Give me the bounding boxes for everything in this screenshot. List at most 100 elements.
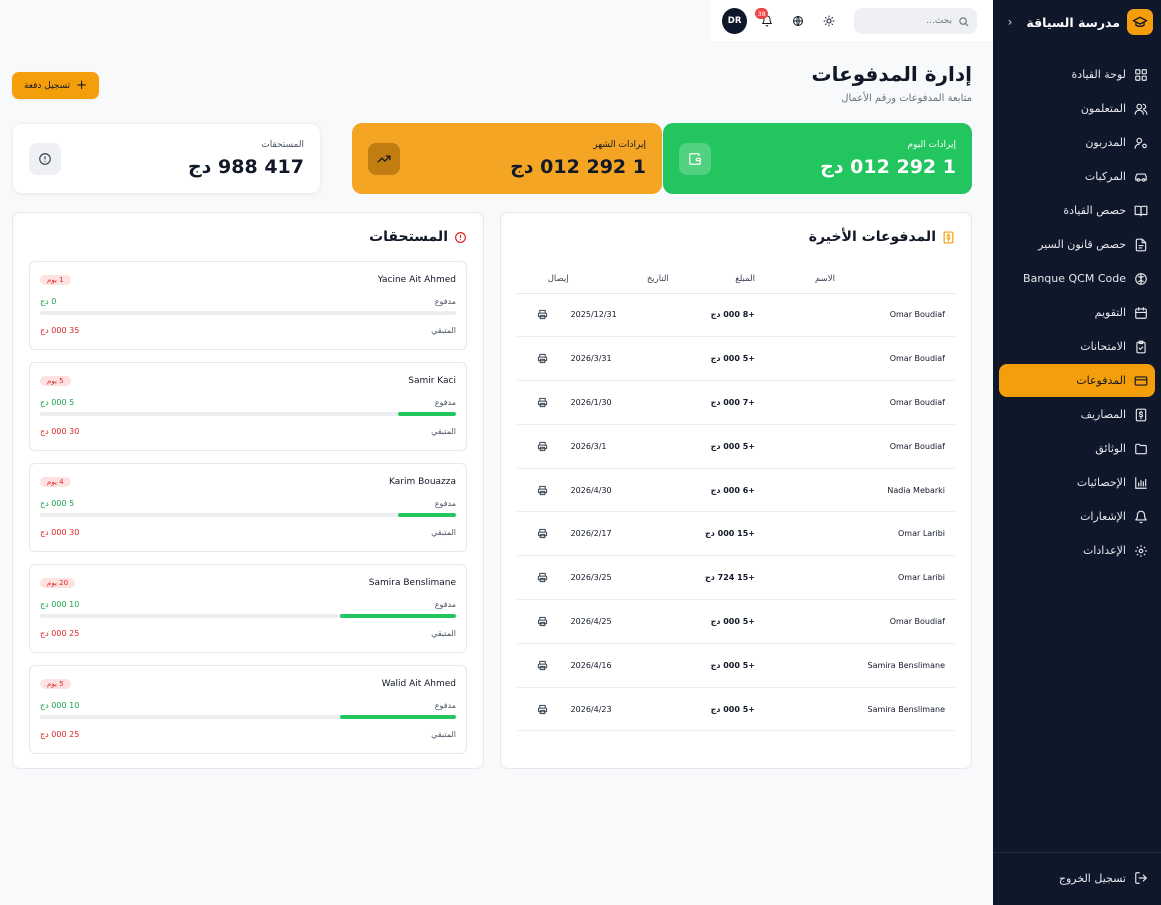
printer-icon	[517, 572, 569, 583]
payment-amount: +15 724 دج	[668, 555, 815, 601]
theme-toggle-button[interactable]	[813, 8, 844, 34]
sidebar-item-label: المدفوعات	[1076, 374, 1126, 387]
table-row: Omar Boudiaf +7 000 دج 2026/1/30	[517, 380, 955, 425]
due-card[interactable]: Yacine Ait Ahmed 1 يوم مدفوع 0 دج المتبقي 35 …	[29, 261, 467, 350]
sidebar-item-label: الإحصائيات	[1076, 476, 1126, 489]
sidebar-item-calendar[interactable]: التقويم	[999, 296, 1155, 329]
topbar: 38 DR	[710, 0, 993, 43]
sidebar-item-dashboard[interactable]: لوحة القيادة	[999, 58, 1155, 91]
sidebar-item-label: حصص قانون السير	[1038, 238, 1126, 251]
print-receipt-button[interactable]	[517, 643, 569, 688]
print-receipt-button[interactable]	[517, 380, 569, 425]
payment-name: Omar Boudiaf	[815, 380, 955, 425]
sidebar-item-documents[interactable]: الوثائق	[999, 432, 1155, 465]
due-learner-name: Samir Kaci	[408, 376, 456, 386]
payment-amount: +5 000 دج	[668, 424, 815, 469]
sidebar-item-label: Banque QCM Code	[1023, 272, 1126, 285]
sidebar-item-settings[interactable]: الإعدادات	[999, 534, 1155, 567]
payment-date: 2026/1/30	[568, 380, 669, 425]
sidebar-item-label: التقويم	[1094, 306, 1126, 319]
graduation-cap-icon	[1127, 9, 1153, 35]
table-row: Omar Laribi +15 724 دج 2026/3/25	[517, 555, 955, 601]
sidebar-item-payments[interactable]: المدفوعات	[999, 364, 1155, 397]
sidebar-item-label: الإشعارات	[1080, 510, 1126, 523]
add-payment-button[interactable]: + تسجيل دفعة	[12, 72, 99, 99]
payment-date: 2026/4/23	[568, 687, 669, 732]
brain-icon	[1135, 272, 1147, 285]
printer-icon	[517, 441, 569, 452]
user-cog-icon	[1134, 137, 1147, 149]
bar-chart-icon	[1135, 476, 1147, 489]
sidebar-item-label: المصاريف	[1080, 408, 1126, 421]
due-card[interactable]: Walid Ait Ahmed 5 يوم مدفوع 10 000 دج المتبق…	[29, 665, 467, 754]
due-card[interactable]: Samir Kaci 5 يوم مدفوع 5 000 دج المتبقي 30 00…	[29, 362, 467, 451]
payment-name: Omar Boudiaf	[815, 336, 955, 382]
payment-amount: +15 000 دج	[668, 511, 815, 557]
due-paid-amount: 10 000 دج	[40, 700, 80, 710]
print-receipt-button[interactable]	[517, 555, 569, 601]
due-card[interactable]: Samira Benslimane 20 يوم مدفوع 10 000 دج الم…	[29, 564, 467, 653]
table-row: Omar Boudiaf +5 000 دج 2026/3/1	[517, 424, 955, 469]
search-input[interactable]	[862, 16, 952, 26]
printer-icon	[517, 616, 569, 627]
search-box[interactable]	[854, 8, 977, 34]
table-row: Samira Benslimane +5 000 دج 2026/4/23	[517, 687, 955, 732]
payment-date: 2026/2/17	[568, 511, 669, 557]
sidebar-item-statistics[interactable]: الإحصائيات	[999, 466, 1155, 499]
due-progress-fill	[397, 513, 456, 517]
due-progress-bar	[40, 311, 456, 315]
stat-card-month-revenue: إيرادات الشهر 1 292 012 دج	[352, 123, 662, 194]
payment-name: Samira Benslimane	[815, 643, 955, 688]
stat-label: المستحقات	[261, 139, 304, 150]
print-receipt-button[interactable]	[517, 336, 569, 382]
language-button[interactable]	[782, 8, 813, 34]
print-receipt-button[interactable]	[517, 511, 569, 557]
payment-amount: +8 000 دج	[668, 293, 815, 338]
sidebar-item-instructors[interactable]: المدربون	[999, 126, 1155, 159]
due-progress-bar	[40, 614, 456, 618]
sidebar-item-code-lessons[interactable]: حصص قانون السير	[999, 228, 1155, 261]
sidebar-item-label: المدربون	[1085, 136, 1126, 149]
notifications-button[interactable]: 38	[751, 8, 782, 34]
sidebar-item-exams[interactable]: الامتحانات	[999, 330, 1155, 363]
payment-date: 2026/3/31	[568, 336, 669, 382]
logout-icon	[1135, 872, 1147, 884]
collapse-sidebar-button[interactable]: ‹	[1003, 15, 1017, 29]
due-remaining-label: المتبقي	[431, 325, 456, 335]
due-progress-fill	[339, 715, 456, 719]
column-header-receipt: إيصال	[517, 265, 569, 294]
sidebar-item-label: لوحة القيادة	[1071, 68, 1126, 81]
sidebar-item-driving-lessons[interactable]: حصص القيادة	[999, 194, 1155, 227]
logout-button[interactable]: تسجيل الخروج	[999, 865, 1155, 891]
sidebar-item-label: الامتحانات	[1080, 340, 1126, 353]
sidebar-item-vehicles[interactable]: المركبات	[999, 160, 1155, 193]
alert-circle-icon	[455, 231, 466, 243]
due-paid-label: مدفوع	[434, 700, 456, 710]
payment-date: 2026/4/30	[568, 468, 669, 513]
print-receipt-button[interactable]	[517, 424, 569, 469]
payment-date: 2026/3/25	[568, 555, 669, 601]
due-paid-label: مدفوع	[434, 296, 456, 306]
print-receipt-button[interactable]	[517, 599, 569, 644]
due-paid-amount: 0 دج	[40, 296, 57, 306]
due-paid-label: مدفوع	[434, 599, 456, 609]
sidebar-item-expenses[interactable]: المصاريف	[999, 398, 1155, 431]
print-receipt-button[interactable]	[517, 687, 569, 732]
due-remaining-amount: 30 000 دج	[40, 426, 80, 436]
printer-icon	[517, 309, 569, 320]
sidebar-item-learners[interactable]: المتعلمون	[999, 92, 1155, 125]
due-card[interactable]: Karim Bouazza 4 يوم مدفوع 5 000 دج المتبقي 30…	[29, 463, 467, 552]
globe-icon	[792, 16, 803, 26]
table-header-row: الاسم المبلغ التاريخ إيصال	[517, 265, 955, 294]
due-days-badge: 1 يوم	[40, 275, 71, 285]
due-remaining-amount: 25 000 دج	[40, 628, 80, 638]
print-receipt-button[interactable]	[517, 293, 569, 338]
alert-circle-icon	[29, 142, 61, 175]
payment-amount: +7 000 دج	[668, 380, 815, 425]
print-receipt-button[interactable]	[517, 468, 569, 513]
due-learner-name: Yacine Ait Ahmed	[377, 275, 456, 285]
sidebar-item-notifications[interactable]: الإشعارات	[999, 500, 1155, 533]
avatar[interactable]: DR	[722, 8, 748, 34]
recent-payments-panel: المدفوعات الأخيرة الاسم المبلغ التاريخ إ…	[500, 212, 972, 769]
sidebar-item-qcm-bank[interactable]: Banque QCM Code	[999, 262, 1155, 295]
